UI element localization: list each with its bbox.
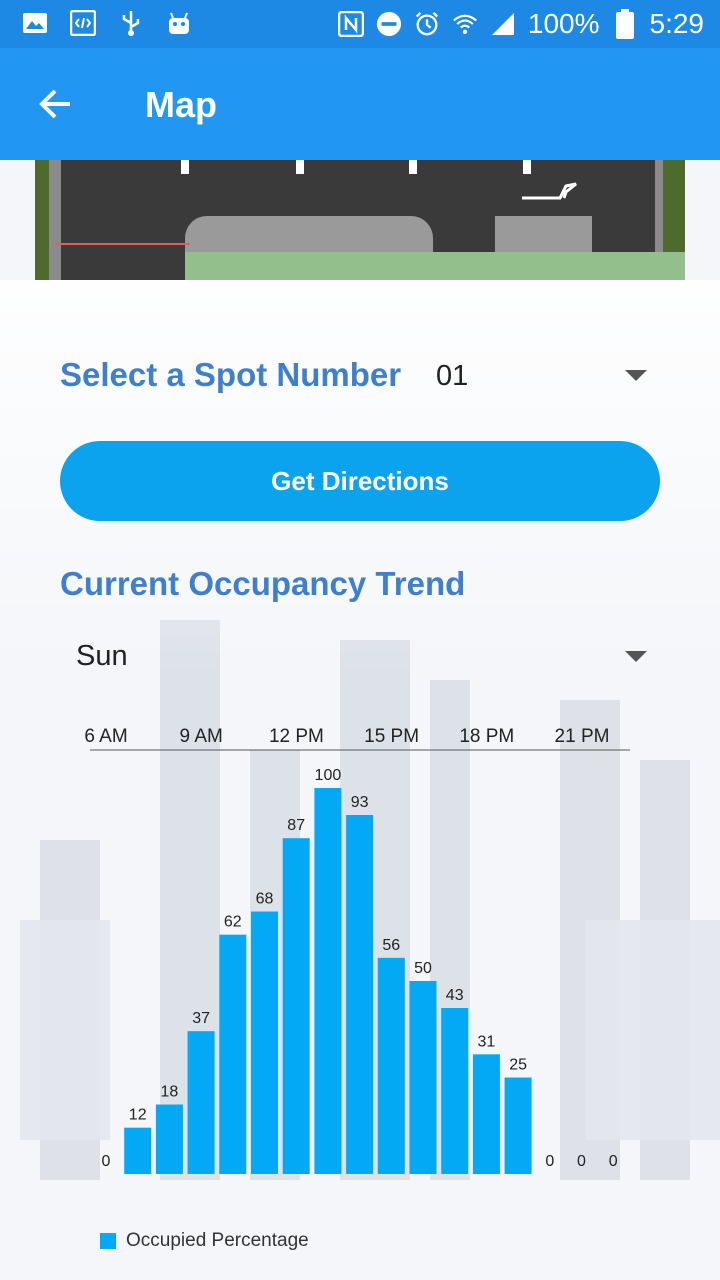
bar-value-label: 62 (224, 914, 242, 931)
battery-percentage: 100% (527, 8, 600, 39)
bar (251, 911, 278, 1174)
bar-value-label: 0 (545, 1153, 554, 1170)
map-green-area (185, 252, 685, 280)
bar-value-label: 100 (315, 767, 342, 784)
bar-value-label: 93 (351, 794, 369, 811)
spot-number-select[interactable]: 01 (436, 360, 468, 393)
bar (377, 957, 405, 1174)
x-tick-label: 6 AM (84, 726, 127, 747)
parking-map[interactable] (35, 160, 685, 280)
map-island (495, 216, 592, 256)
bar (219, 934, 247, 1174)
map-lane-marking (296, 160, 304, 174)
spot-number-label: Select a Spot Number (60, 356, 402, 393)
back-button[interactable] (30, 78, 82, 130)
day-dropdown-chevron-icon[interactable] (625, 651, 647, 662)
legend-swatch (100, 1233, 116, 1249)
usb-icon (118, 10, 144, 36)
android-icon (166, 10, 192, 36)
bar (472, 1054, 500, 1174)
x-tick-label: 15 PM (364, 726, 419, 747)
map-curb (49, 160, 61, 280)
chart-legend: Occupied Percentage (100, 1230, 309, 1252)
occupancy-bar-chart: 6 AM 9 AM 12 PM 15 PM 18 PM 21 PM 0 12 18 37 62 68 8… (84, 726, 630, 1174)
bar-value-label: 25 (509, 1057, 527, 1074)
bar-value-label: 68 (256, 891, 274, 908)
legend-label: Occupied Percentage (126, 1230, 309, 1251)
image-icon (22, 10, 48, 36)
map-lane-marking (181, 160, 189, 174)
code-icon (70, 10, 96, 36)
occupancy-trend-title: Current Occupancy Trend (60, 565, 466, 602)
bar-value-label: 18 (161, 1084, 179, 1101)
app-bar: Map (0, 48, 720, 160)
map-direction-arrow-icon (520, 178, 580, 209)
page-title: Map (145, 84, 217, 125)
bar-value-label: 0 (609, 1153, 618, 1170)
map-island (185, 216, 433, 256)
map-gate-barrier (55, 243, 190, 245)
bar-value-label: 12 (129, 1107, 147, 1124)
status-bar: 100% 5:29 (0, 0, 720, 48)
bar (441, 1008, 469, 1174)
bar-value-label: 43 (446, 987, 464, 1004)
bar (124, 1127, 152, 1174)
battery-icon (612, 9, 638, 39)
bar-value-label: 37 (192, 1010, 210, 1027)
arrow-left-icon (39, 89, 70, 119)
bar-value-label: 0 (577, 1153, 586, 1170)
bar-value-label: 31 (478, 1033, 496, 1050)
x-tick-label: 21 PM (555, 726, 610, 747)
do-not-disturb-icon (376, 11, 402, 37)
bar (314, 788, 342, 1174)
x-tick-label: 9 AM (180, 726, 223, 747)
map-grass (35, 160, 49, 280)
bar (409, 981, 437, 1174)
x-tick-label: 12 PM (269, 726, 324, 747)
map-lane-marking (409, 160, 417, 174)
get-directions-button[interactable]: Get Directions (60, 441, 660, 521)
bar (155, 1104, 183, 1174)
bar (282, 838, 310, 1174)
bar (346, 815, 374, 1174)
bar-value-label: 56 (382, 937, 400, 954)
bar (504, 1077, 532, 1174)
day-select[interactable]: Sun (76, 640, 128, 673)
nfc-icon (337, 11, 364, 37)
clock-time: 5:29 (649, 8, 705, 39)
wifi-icon (452, 11, 478, 37)
spot-dropdown-chevron-icon[interactable] (625, 370, 647, 381)
alarm-icon (414, 11, 440, 37)
signal-icon (490, 11, 516, 37)
x-tick-label: 18 PM (459, 726, 514, 747)
bar-value-label: 50 (414, 960, 432, 977)
bar (187, 1031, 215, 1174)
bar-value-label: 87 (287, 817, 305, 834)
map-lane-marking (523, 160, 531, 174)
bar-value-label: 0 (102, 1153, 111, 1170)
